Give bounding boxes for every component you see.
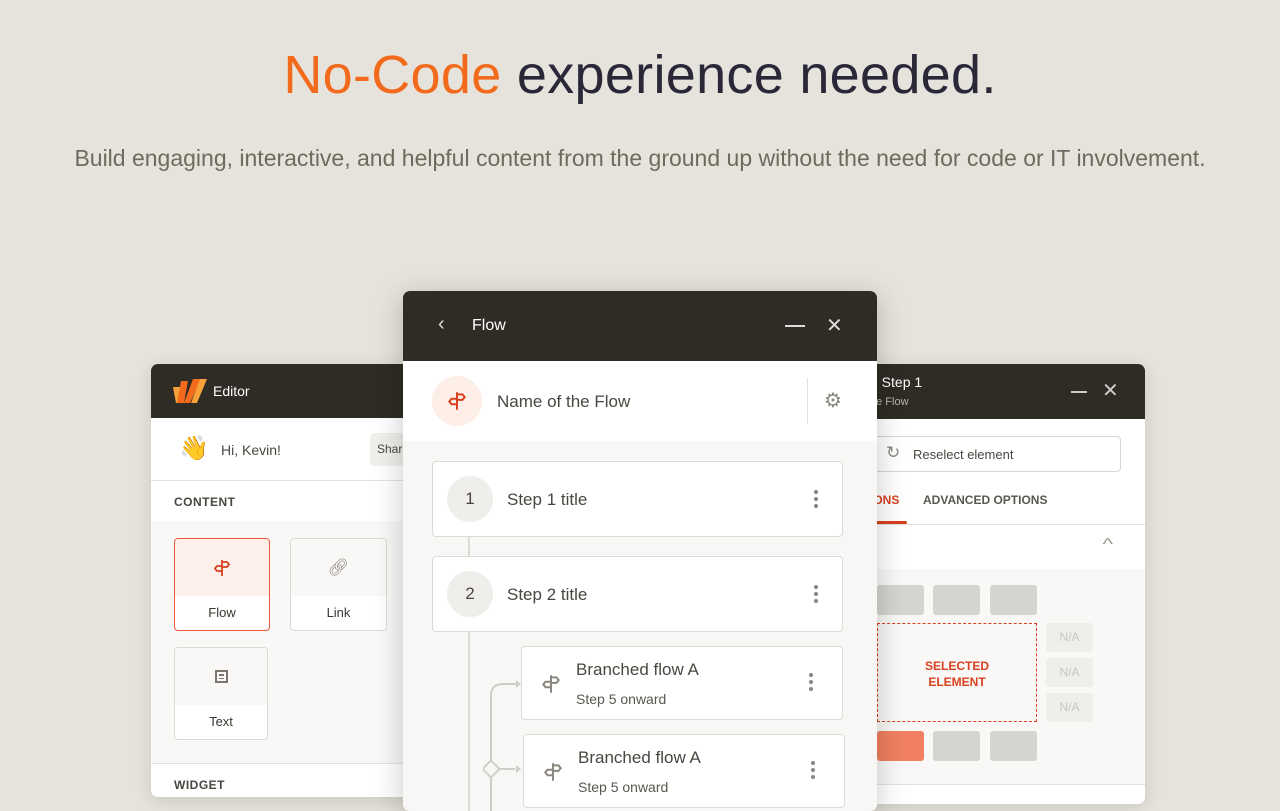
flow-title: Flow bbox=[472, 317, 506, 334]
position-right-middle: N/A bbox=[1046, 658, 1093, 687]
minimize-icon[interactable] bbox=[785, 325, 805, 327]
step-title: Step 2 title bbox=[507, 585, 588, 604]
branch-subtitle: Step 5 onward bbox=[576, 691, 667, 707]
step-panel: g Step 1 he Flow ✕ ↻ Reselect element IO… bbox=[850, 364, 1145, 804]
step-card[interactable]: 1 Step 1 title bbox=[432, 461, 843, 537]
gear-icon[interactable]: ⚙ bbox=[824, 388, 842, 413]
signpost-icon bbox=[544, 763, 562, 781]
branch-title: Branched flow A bbox=[576, 660, 699, 679]
signpost-icon bbox=[432, 376, 482, 426]
flow-header: ‹ Flow ✕ bbox=[403, 291, 877, 361]
more-icon[interactable] bbox=[814, 490, 818, 511]
step-title: Step 1 title bbox=[507, 490, 588, 509]
signpost-icon bbox=[175, 539, 269, 596]
hero-title: No-Code experience needed. bbox=[283, 45, 997, 105]
branch-card[interactable]: Branched flow A Step 5 onward bbox=[523, 734, 845, 808]
editor-panel: Editor 👋 Hi, Kevin! Shar CONTENT Flow 🔗︎… bbox=[151, 364, 413, 797]
text-icon bbox=[175, 648, 267, 705]
content-item-flow[interactable]: Flow bbox=[174, 538, 270, 631]
position-top-center[interactable] bbox=[933, 585, 980, 615]
position-bottom-right[interactable] bbox=[990, 731, 1037, 761]
position-top-right[interactable] bbox=[990, 585, 1037, 615]
reselect-button[interactable]: ↻ Reselect element bbox=[870, 436, 1121, 472]
greeting: Hi, Kevin! bbox=[221, 442, 281, 458]
more-icon[interactable] bbox=[814, 585, 818, 606]
branch-card[interactable]: Branched flow A Step 5 onward bbox=[521, 646, 843, 720]
tab-advanced-options[interactable]: ADVANCED OPTIONS bbox=[923, 493, 1047, 507]
flow-name[interactable]: Name of the Flow bbox=[497, 392, 630, 412]
content-item-link[interactable]: 🔗︎ Link bbox=[290, 538, 387, 631]
position-right-bottom: N/A bbox=[1046, 693, 1093, 722]
widget-label: WIDGET bbox=[174, 778, 225, 792]
chevron-up-icon[interactable]: ^ bbox=[1102, 536, 1113, 554]
content-label: CONTENT bbox=[174, 495, 236, 509]
more-icon[interactable] bbox=[811, 761, 815, 782]
minimize-icon[interactable] bbox=[1071, 391, 1087, 393]
flow-panel: ‹ Flow ✕ Name of the Flow ⚙ 1 Step 1 tit… bbox=[403, 291, 877, 811]
content-item-text[interactable]: Text bbox=[174, 647, 268, 740]
editor-header: Editor bbox=[151, 364, 413, 418]
branch-connector bbox=[483, 680, 521, 811]
position-top-left[interactable] bbox=[877, 585, 924, 615]
position-grid: SELECTED ELEMENT N/A N/A N/A bbox=[850, 569, 1145, 785]
link-icon: 🔗︎ bbox=[291, 539, 386, 596]
more-icon[interactable] bbox=[809, 673, 813, 694]
selected-element: SELECTED ELEMENT bbox=[877, 623, 1037, 722]
step-card[interactable]: 2 Step 2 title bbox=[432, 556, 843, 632]
position-right-top: N/A bbox=[1046, 623, 1093, 652]
close-icon[interactable]: ✕ bbox=[1102, 378, 1119, 403]
signpost-icon bbox=[542, 675, 560, 693]
logo-icon bbox=[173, 379, 207, 403]
editor-title: Editor bbox=[213, 383, 250, 399]
step-number: 2 bbox=[447, 571, 493, 617]
close-icon[interactable]: ✕ bbox=[826, 313, 843, 338]
position-bottom-center[interactable] bbox=[933, 731, 980, 761]
back-chevron-icon[interactable]: ‹ bbox=[438, 313, 445, 336]
wave-icon: 👋 bbox=[179, 435, 209, 462]
branch-title: Branched flow A bbox=[578, 748, 701, 767]
step-panel-title: g Step 1 bbox=[870, 374, 923, 390]
step-number: 1 bbox=[447, 476, 493, 522]
hero-subtitle: Build engaging, interactive, and helpful… bbox=[74, 145, 1206, 171]
refresh-icon: ↻ bbox=[886, 443, 901, 462]
branch-subtitle: Step 5 onward bbox=[578, 779, 669, 795]
position-bottom-left-selected[interactable] bbox=[877, 731, 924, 761]
step-panel-header: g Step 1 he Flow ✕ bbox=[850, 364, 1145, 419]
